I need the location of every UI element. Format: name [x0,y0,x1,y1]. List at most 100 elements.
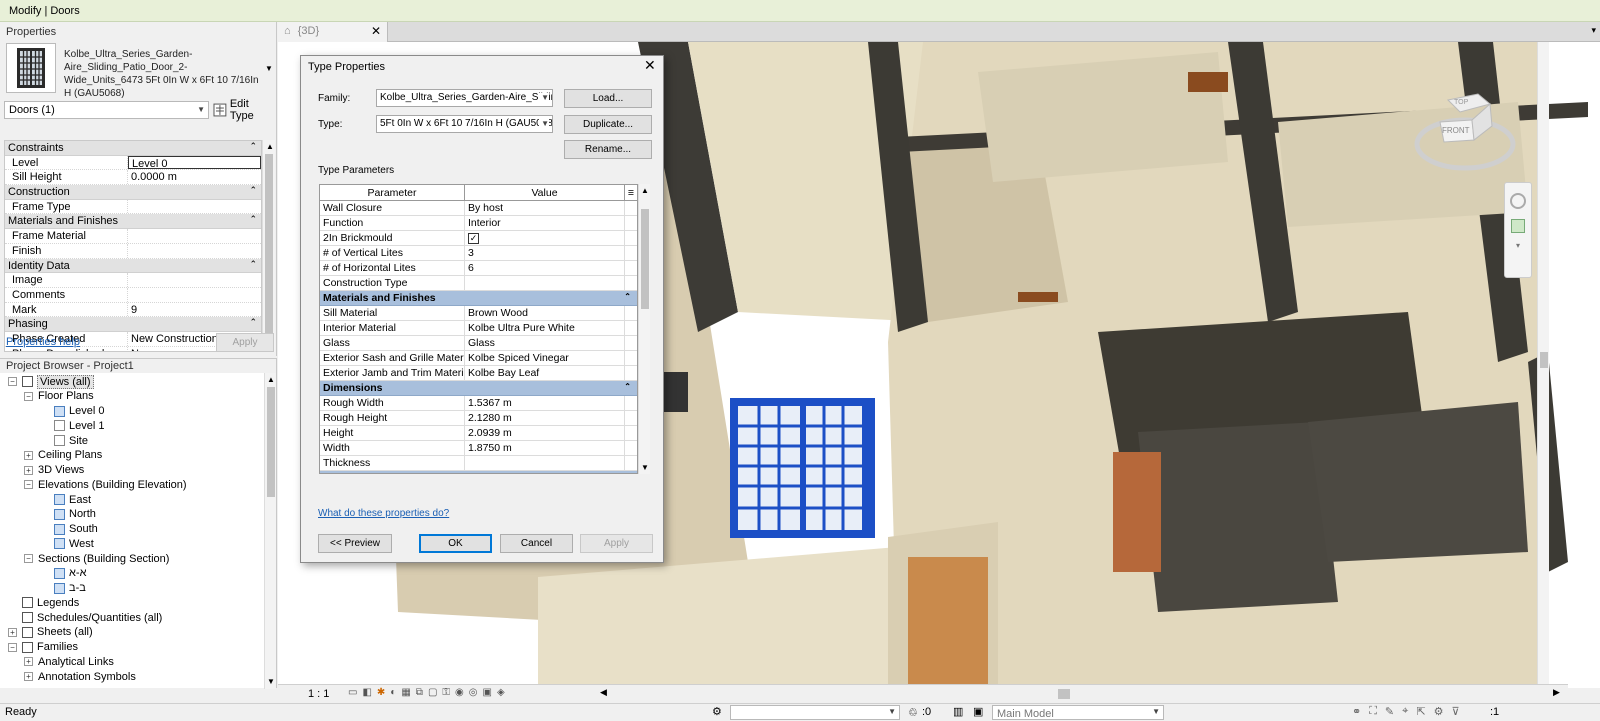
render-icon[interactable]: ▦ [401,687,410,698]
collapse-icon[interactable]: − [8,642,17,652]
scrollbar-thumb[interactable] [267,387,275,497]
horizontal-scroll-thumb[interactable] [1058,689,1070,699]
parameter-row[interactable]: # of Horizontal Lites 6 [320,261,637,276]
property-row[interactable]: Image [5,273,261,288]
browser-item[interactable]: − Elevations (Building Elevation) [24,477,187,492]
parameter-column-header[interactable]: Parameter [320,185,465,200]
select-links-icon[interactable]: ⚭ [1352,705,1361,718]
parameter-row[interactable]: Wall Closure By host [320,201,637,216]
expand-icon[interactable]: + [24,450,33,460]
active-only-icon[interactable]: ▣ [973,705,983,718]
parameter-value[interactable]: 6 [465,261,625,275]
parameter-value[interactable]: Kolbe Ultra Pure White [465,321,625,335]
select-by-face-icon[interactable]: ⌖ [1402,705,1408,718]
property-value[interactable]: 0.0000 m [128,170,261,184]
viewcube-top-label[interactable]: TOP [1454,99,1468,106]
background-process-icon[interactable]: ⚙ [1434,705,1444,718]
parameter-row[interactable]: Height 2.0939 m [320,426,637,441]
edit-type-button[interactable]: Edit Type [213,98,275,122]
nav-menu-icon[interactable]: ▾ [1505,241,1531,250]
browser-scrollbar[interactable]: ▲ ▼ [264,373,276,689]
filter-icon[interactable]: ⊽ [1451,705,1459,718]
apply-button[interactable]: Apply [580,534,653,553]
type-parameters-scrollbar[interactable]: ▲ ▼ [638,184,650,474]
browser-item[interactable]: East [40,492,91,507]
browser-item[interactable]: א-א [40,566,86,581]
property-value[interactable]: Level 0 [128,155,261,170]
browser-item[interactable]: + Analytical Links [24,654,114,669]
scroll-up-icon[interactable]: ▲ [267,375,275,384]
steering-wheel-icon[interactable] [1510,193,1526,209]
workset-dropdown[interactable]: ▼ [730,705,900,720]
worksharing-icon[interactable]: ▣ [482,687,491,698]
load-button[interactable]: Load... [564,89,652,108]
unlock-3d-icon[interactable]: ⚿ [442,687,450,698]
collapse-icon[interactable]: ⌃ [624,382,631,391]
parameter-value[interactable]: Kolbe Bay Leaf [465,366,625,380]
section-header-3[interactable]: Identity Data ⌃ [5,258,261,274]
duplicate-button[interactable]: Duplicate... [564,115,652,134]
browser-item[interactable]: Level 0 [40,404,104,419]
browser-item[interactable]: − Families [8,640,78,655]
column-menu-icon[interactable]: ≡ [625,185,637,200]
tab-menu-icon[interactable]: ▾ [1591,25,1596,36]
close-icon[interactable]: ✕ [644,57,656,74]
browser-item[interactable]: + Annotation Symbols [24,669,136,684]
browser-item[interactable]: + Ceiling Plans [24,448,102,463]
parameter-row[interactable]: Glass Glass [320,336,637,351]
scroll-down-icon[interactable]: ▼ [267,677,275,686]
browser-item[interactable]: West [40,536,94,551]
parameter-row[interactable]: Rough Width 1.5367 m [320,396,637,411]
type-selector-name[interactable]: Kolbe_Ultra_Series_Garden-Aire_Sliding_P… [64,48,264,100]
close-icon[interactable]: ✕ [371,24,381,38]
property-row[interactable]: Finish [5,243,261,259]
section-header-1[interactable]: Construction ⌃ [5,185,261,200]
instance-selector[interactable]: Doors (1) ▼ [4,101,209,119]
collapse-icon[interactable]: ⌃ [249,317,257,328]
expand-icon[interactable]: + [24,657,33,667]
browser-item[interactable]: − Floor Plans [24,389,94,404]
visual-style-icon[interactable]: ◧ [362,687,371,698]
properties-help-link[interactable]: What do these properties do? [318,508,449,519]
parameter-row[interactable]: Width 1.8750 m [320,441,637,456]
scrollbar-thumb[interactable] [265,154,273,334]
value-column-header[interactable]: Value [465,185,625,200]
parameter-value[interactable] [465,276,625,290]
property-row[interactable]: Level Level 0 [5,155,261,171]
parameter-value[interactable]: 3 [465,246,625,260]
sun-path-icon[interactable]: ✱ [377,687,385,698]
hscroll-left-icon[interactable]: ◀ [600,687,607,698]
browser-item[interactable]: ב-ב [40,581,86,596]
preview-button[interactable]: << Preview [318,534,392,553]
expand-icon[interactable]: + [24,465,33,475]
parameter-value[interactable]: Brown Wood [465,306,625,320]
temporary-hide-icon[interactable]: ◉ [455,687,464,698]
property-row[interactable]: Frame Type [5,199,261,215]
properties-apply-button[interactable]: Apply [216,333,274,352]
parameter-group-header[interactable]: Dimensions ⌃ [320,381,637,396]
parameter-value[interactable]: Glass [465,336,625,350]
property-row[interactable]: Sill Height 0.0000 m [5,170,261,186]
property-value[interactable] [128,200,261,214]
worksets-icon[interactable]: ⚙ [712,705,722,718]
parameter-value[interactable]: By host [465,201,625,215]
properties-scrollbar[interactable]: ▲ ▼ [262,140,275,352]
parameter-group-header[interactable]: Analytical Properties ⌃ [320,471,637,473]
reveal-hidden-icon[interactable]: ◎ [469,687,478,698]
highlight-icon[interactable]: ◈ [497,687,505,698]
parameter-value[interactable]: Kolbe Spiced Vinegar [465,351,625,365]
property-value[interactable] [128,288,261,302]
section-header-4[interactable]: Phasing ⌃ [5,317,261,332]
browser-item[interactable]: Legends [8,595,79,610]
design-options-icon[interactable]: ▥ [953,705,963,718]
property-value[interactable] [128,229,261,243]
select-pinned-icon[interactable]: ✎ [1385,705,1394,718]
parameter-value[interactable]: 1.8750 m [465,441,625,455]
parameter-row[interactable]: Exterior Jamb and Trim Material Kolbe Bay… [320,366,637,381]
family-dropdown[interactable]: Kolbe_Ultra_Series_Garden-Aire_Sliding ▼ [376,89,553,107]
parameter-value[interactable]: 2.0939 m [465,426,625,440]
rename-button[interactable]: Rename... [564,140,652,159]
parameter-row[interactable]: Exterior Sash and Grille Material Kolbe S… [320,351,637,366]
collapse-icon[interactable]: ⌃ [624,292,631,301]
detail-level-icon[interactable]: ▭ [348,687,357,698]
